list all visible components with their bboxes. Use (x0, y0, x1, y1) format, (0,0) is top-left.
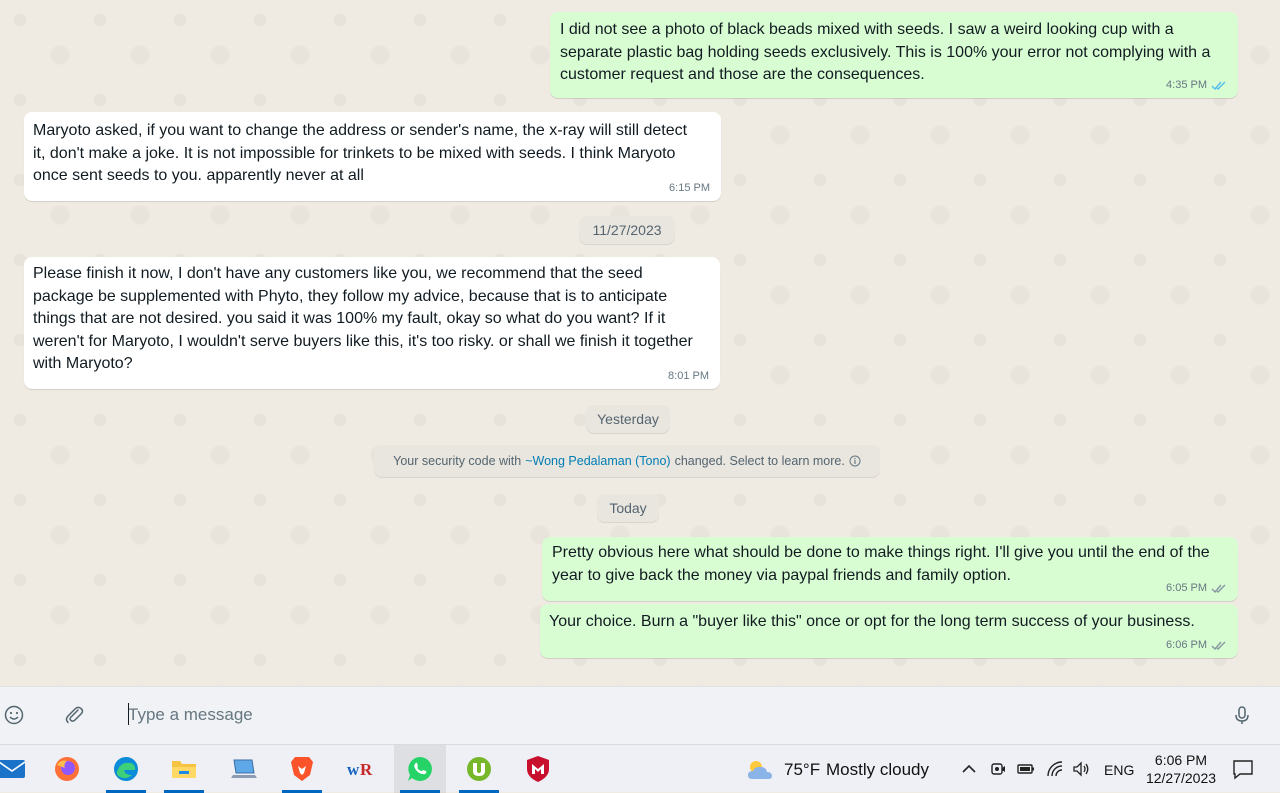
windows-taskbar: w R 75°F Mostly cloudy ENG 6:06 PM 12/27… (0, 744, 1280, 793)
message-composer (0, 686, 1280, 744)
info-icon (849, 455, 861, 467)
clock-date: 12/27/2023 (1145, 770, 1217, 786)
mcafee-shield-icon (527, 756, 549, 782)
taskbar-mail[interactable] (0, 745, 38, 793)
message-incoming[interactable]: Please finish it now, I don't have any c… (24, 257, 720, 389)
message-time: 4:35 PM (1166, 79, 1207, 91)
message-text: Maryoto asked, if you want to change the… (33, 122, 688, 184)
whatsapp-icon (408, 757, 432, 781)
taskbar-whatsapp[interactable] (394, 745, 446, 793)
winrar-icon: w R (347, 760, 373, 779)
firefox-icon (55, 757, 79, 781)
cloudy-weather-icon (748, 761, 772, 779)
security-code-notice[interactable]: Your security code with ~Wong Pedalaman … (374, 445, 880, 477)
system-clock[interactable]: 6:06 PM 12/27/2023 (1140, 751, 1222, 787)
double-check-read-icon (1211, 80, 1227, 91)
notice-prefix: Your security code with (393, 454, 522, 468)
contact-link[interactable]: ~Wong Pedalaman (Tono) (525, 454, 670, 468)
message-meta: 6:15 PM (669, 182, 710, 195)
date-divider: 11/27/2023 (579, 216, 675, 244)
wifi-icon[interactable] (1046, 760, 1064, 778)
taskbar-winrar[interactable]: w R (335, 745, 387, 793)
message-text: Pretty obvious here what should be done … (552, 544, 1210, 584)
message-outgoing[interactable]: I did not see a photo of black beads mix… (550, 12, 1238, 98)
notice-suffix: changed. Select to learn more. (674, 454, 845, 468)
folder-icon (172, 761, 196, 778)
message-time: 6:15 PM (669, 182, 710, 194)
date-divider: Today (597, 494, 659, 522)
speaker-volume-icon[interactable] (1072, 760, 1090, 778)
emoji-icon[interactable] (3, 704, 25, 726)
battery-icon[interactable] (1017, 760, 1035, 778)
message-text: Please finish it now, I don't have any c… (33, 265, 693, 372)
message-text: I did not see a photo of black beads mix… (560, 21, 1211, 83)
taskbar-firefox[interactable] (41, 745, 93, 793)
weather-condition[interactable]: Mostly cloudy (826, 760, 929, 780)
message-incoming[interactable]: Maryoto asked, if you want to change the… (24, 112, 721, 201)
weather-temperature[interactable]: 75°F (784, 760, 820, 780)
microphone-icon[interactable] (1231, 704, 1253, 726)
text-caret (128, 703, 129, 725)
date-divider: Yesterday (586, 405, 670, 433)
message-meta: 6:05 PM (1166, 582, 1227, 595)
camera-in-use-icon[interactable] (989, 760, 1007, 778)
taskbar-file-explorer[interactable] (158, 745, 210, 793)
message-outgoing[interactable]: Pretty obvious here what should be done … (542, 537, 1238, 601)
message-input[interactable] (118, 697, 1198, 733)
taskbar-mcafee[interactable] (512, 745, 564, 793)
notification-center-icon[interactable] (1232, 758, 1254, 780)
message-text: Your choice. Burn a "buyer like this" on… (549, 613, 1195, 630)
message-meta: 8:01 PM (668, 370, 709, 383)
attach-paperclip-icon[interactable] (63, 704, 85, 726)
input-language[interactable]: ENG (1104, 762, 1134, 778)
taskbar-brave[interactable] (276, 745, 328, 793)
chat-area[interactable]: I did not see a photo of black beads mix… (0, 0, 1280, 686)
taskbar-utorrent[interactable] (453, 745, 505, 793)
double-check-delivered-icon (1211, 640, 1227, 651)
computer-icon (231, 759, 257, 778)
clock-time: 6:06 PM (1154, 752, 1208, 768)
svg-text:w: w (347, 760, 360, 779)
chevron-up-icon[interactable] (960, 760, 978, 778)
message-meta: 4:35 PM (1166, 79, 1227, 92)
message-meta: 6:06 PM (1166, 639, 1227, 652)
utorrent-icon (467, 757, 491, 781)
message-outgoing[interactable]: Your choice. Burn a "buyer like this" on… (540, 604, 1238, 658)
taskbar-this-pc[interactable] (218, 745, 270, 793)
taskbar-edge[interactable] (100, 745, 152, 793)
message-time: 6:06 PM (1166, 639, 1207, 651)
mail-icon (0, 760, 26, 778)
message-time: 8:01 PM (668, 370, 709, 382)
brave-lion-icon (291, 757, 313, 781)
svg-text:R: R (360, 760, 373, 779)
message-time: 6:05 PM (1166, 582, 1207, 594)
edge-icon (114, 757, 138, 781)
double-check-delivered-icon (1211, 583, 1227, 594)
